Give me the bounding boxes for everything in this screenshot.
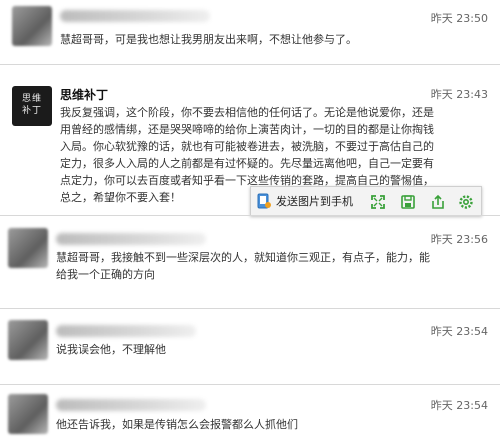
message-item: 昨天 23:56 慧超哥哥，我接触不到一些深层次的人，就知道你三观正，有点子，能… xyxy=(0,222,500,302)
avatar-logo-text: 思维 补丁 xyxy=(21,94,42,116)
message-line: 入局。你心软犹豫的话，就也有可能被卷进去，被洗脑，不要过于高估自己的 xyxy=(60,140,434,153)
divider xyxy=(0,308,500,309)
sender-name-blurred xyxy=(60,10,210,22)
message-line: 总之，希望你不要入套！ xyxy=(60,191,181,204)
message-line: 用曾经的感情绑，还是哭哭啼啼的给你上演苦肉计，一切的目的都是让你掏钱 xyxy=(60,123,434,136)
message-item: 昨天 23:54 他还告诉我，如果是传销怎么会报警都么人抓他们 xyxy=(0,390,500,442)
divider xyxy=(0,384,500,385)
message-text: 说我误会他，不理解他 xyxy=(56,343,166,356)
message-line: 慧超哥哥，我接触不到一些深层次的人，就知道你三观正，有点子，能力，能 xyxy=(56,251,430,264)
fullscreen-icon xyxy=(368,192,386,212)
fullscreen-button[interactable] xyxy=(367,191,387,211)
message-text: 他还告诉我，如果是传销怎么会报警都么人抓他们 xyxy=(56,418,298,431)
divider xyxy=(0,64,500,65)
sender-name-blurred xyxy=(56,399,206,411)
share-button[interactable] xyxy=(427,191,447,211)
save-button[interactable] xyxy=(397,191,417,211)
save-icon xyxy=(398,192,416,212)
settings-icon xyxy=(456,192,474,212)
settings-button[interactable] xyxy=(455,191,475,211)
message-item: 昨天 23:54 说我误会他，不理解他 xyxy=(0,314,500,384)
sender-name: 思维补丁 xyxy=(60,88,109,102)
avatar[interactable]: 思维 补丁 xyxy=(12,86,52,126)
message-time: 昨天 23:54 xyxy=(430,325,488,338)
send-image-to-phone-button[interactable]: 发送图片到手机 xyxy=(257,191,353,211)
sender-name-blurred xyxy=(56,233,206,245)
message-line: 定力，很多人入局的人之前都是有过怀疑的。先尽量远离他吧，自己一定要有 xyxy=(60,157,434,170)
message-line: 我反复强调，这个阶段，你不要去相信他的任何话了。无论是他说爱你，还是 xyxy=(60,106,434,119)
message-time: 昨天 23:54 xyxy=(430,399,488,412)
message-time: 昨天 23:50 xyxy=(430,12,488,25)
message-text: 慧超哥哥，可是我也想让我男朋友出来啊，不想让他参与了。 xyxy=(60,33,357,46)
message-time: 昨天 23:56 xyxy=(430,233,488,246)
avatar[interactable] xyxy=(8,394,48,434)
message-line: 给我一个正确的方向 xyxy=(56,268,155,281)
image-toolbar: 发送图片到手机 xyxy=(250,186,482,216)
sender-name-blurred xyxy=(56,325,196,337)
phone-icon xyxy=(257,193,271,209)
message-time: 昨天 23:43 xyxy=(430,88,488,101)
send-image-label: 发送图片到手机 xyxy=(276,195,353,208)
avatar[interactable] xyxy=(8,320,48,360)
avatar[interactable] xyxy=(12,6,52,46)
message-item: 昨天 23:50 慧超哥哥，可是我也想让我男朋友出来啊，不想让他参与了。 xyxy=(0,0,500,64)
share-icon xyxy=(428,192,446,212)
avatar[interactable] xyxy=(8,228,48,268)
divider xyxy=(0,215,500,216)
